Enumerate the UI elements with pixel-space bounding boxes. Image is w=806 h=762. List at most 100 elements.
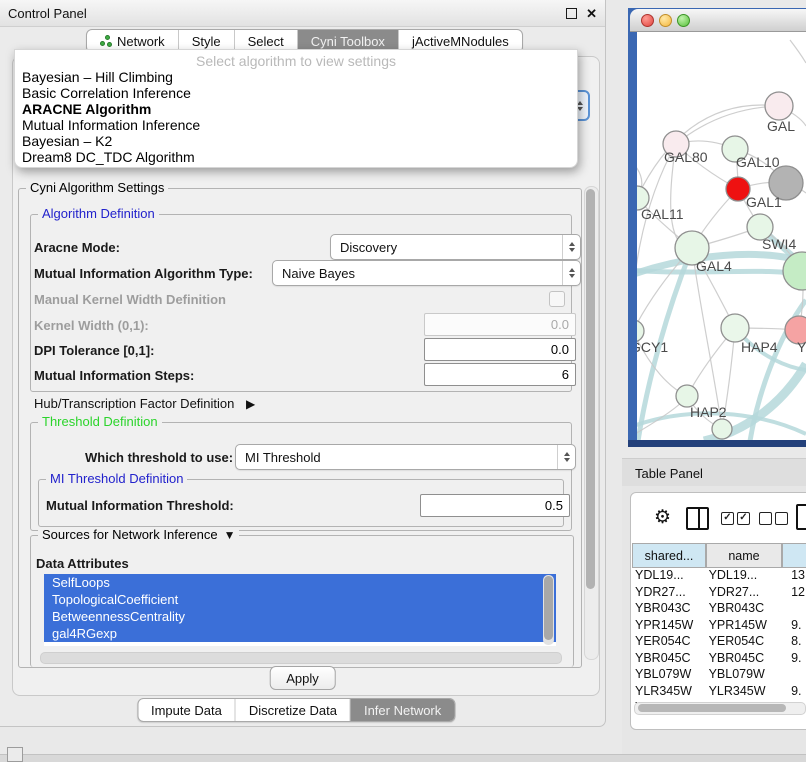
table-cell: YDL19...	[706, 568, 782, 585]
column-header-2[interactable]	[782, 543, 806, 568]
table-cell: YDR27...	[632, 585, 706, 602]
mi-steps-value: 6	[562, 367, 569, 382]
table-cell: YDL19...	[632, 568, 706, 585]
combo-down-arrow-icon	[564, 458, 570, 462]
dropdown-items: Bayesian – Hill ClimbingBasic Correlatio…	[15, 69, 577, 165]
table-cell: YER054C	[706, 634, 782, 651]
attributes-scrollbar[interactable]	[543, 575, 554, 645]
dpi-tolerance-field[interactable]: 0.0	[424, 338, 576, 361]
table-cell: 9.	[781, 618, 806, 635]
columns-icon[interactable]	[686, 507, 709, 530]
tab-style-label: Style	[192, 34, 221, 49]
attribute-item-selfloops[interactable]: SelfLoops	[44, 574, 556, 591]
control-panel-title: Control Panel	[8, 6, 87, 21]
network-node[interactable]	[765, 92, 793, 120]
attribute-item-topologicalcoefficient[interactable]: TopologicalCoefficient	[44, 591, 556, 608]
dropdown-item-bayesian-k2[interactable]: Bayesian – K2	[15, 133, 577, 149]
which-threshold-label: Which threshold to use:	[85, 450, 233, 465]
table-row[interactable]: YER054CYER054C8.	[632, 634, 806, 651]
close-icon[interactable]: ✕	[586, 7, 597, 20]
apply-button[interactable]: Apply	[269, 666, 336, 690]
mi-type-combobox[interactable]: Naive Bayes	[272, 260, 581, 286]
table-row[interactable]: YDR27...YDR27...12	[632, 585, 806, 602]
tab-impute-data[interactable]: Impute Data	[138, 699, 236, 721]
table-cell: YDR27...	[706, 585, 782, 602]
sources-toggle[interactable]: Sources for Network Inference ▼	[38, 527, 239, 542]
mi-threshold-group-title: MI Threshold Definition	[46, 471, 187, 486]
tab-infer-network-label: Infer Network	[364, 703, 441, 718]
dropdown-item-dream8-dc-tdc-algorithm[interactable]: Dream8 DC_TDC Algorithm	[15, 149, 577, 165]
table-row[interactable]: YBL079WYBL079W	[632, 667, 806, 684]
table-cell: YLR345W	[632, 684, 706, 701]
table-cell: YPR145W	[632, 618, 706, 635]
table-cell: 9.	[781, 651, 806, 668]
minimize-traffic-icon[interactable]	[659, 14, 672, 27]
table-row[interactable]: YPR145WYPR145W9.	[632, 618, 806, 635]
checked-checkbox-icon[interactable]: ✓	[737, 512, 750, 525]
table-cell: YER054C	[632, 634, 706, 651]
tab-select-label: Select	[248, 34, 284, 49]
tab-cyni-toolbox-label: Cyni Toolbox	[311, 34, 385, 49]
node-label-gal1: GAL1	[746, 194, 782, 210]
kernel-width-value: 0.0	[551, 317, 569, 332]
table-cell: YBR043C	[632, 601, 706, 618]
node-label-gal4: GAL4	[696, 258, 732, 274]
control-panel-titlebar: Control Panel ✕	[0, 0, 605, 27]
dropdown-item-aracne-algorithm[interactable]: ARACNE Algorithm	[15, 101, 577, 117]
table-row[interactable]: YBR043CYBR043C	[632, 601, 806, 618]
network-canvas[interactable]: GALGAL80GAL10GAL1GAL11SWI4GAL4GCY1HAP4YH…	[637, 32, 806, 440]
unchecked-checkbox-icon[interactable]	[759, 512, 772, 525]
network-edge[interactable]	[790, 40, 806, 63]
which-threshold-combobox[interactable]: MI Threshold	[235, 444, 576, 470]
zoom-traffic-icon[interactable]	[677, 14, 690, 27]
table-hscrollbar[interactable]	[634, 702, 806, 715]
network-canvas-box[interactable]: GALGAL80GAL10GAL1GAL11SWI4GAL4GCY1HAP4YH…	[637, 32, 806, 440]
table-row[interactable]: YDL19...YDL19...13	[632, 568, 806, 585]
unchecked-checkbox-icon[interactable]	[775, 512, 788, 525]
manual-kernel-label: Manual Kernel Width Definition	[34, 292, 226, 307]
table-cell	[781, 667, 806, 684]
attribute-item-betweennesscentrality[interactable]: BetweennessCentrality	[44, 608, 556, 625]
close-traffic-icon[interactable]	[641, 14, 654, 27]
node-label-gcy1: GCY1	[637, 339, 668, 355]
expand-right-icon: ▶	[246, 397, 255, 411]
aracne-mode-combobox[interactable]: Discovery	[330, 234, 581, 260]
network-node[interactable]	[712, 419, 732, 439]
attributes-hscrollbar[interactable]	[40, 652, 562, 664]
mi-steps-field[interactable]: 6	[424, 363, 576, 386]
settings-scrollbar[interactable]	[584, 186, 599, 660]
table-cell: YBR045C	[632, 651, 706, 668]
table-cell: 12	[781, 585, 806, 602]
dropdown-item-bayesian-hill-climbing[interactable]: Bayesian – Hill Climbing	[15, 69, 577, 85]
table-cell: 9.	[781, 684, 806, 701]
gear-icon[interactable]: ⚙	[654, 508, 671, 527]
table-row[interactable]: YBR045CYBR045C9.	[632, 651, 806, 668]
column-header-name[interactable]: name	[706, 543, 782, 568]
attribute-item-gal4rgexp[interactable]: gal4RGexp	[44, 625, 556, 642]
manual-kernel-checkbox[interactable]	[549, 291, 565, 307]
float-window-icon[interactable]	[566, 8, 577, 19]
combo-up-arrow-icon	[564, 452, 570, 456]
dropdown-item-mutual-information-inference[interactable]: Mutual Information Inference	[15, 117, 577, 133]
mi-threshold-label: Mutual Information Threshold:	[46, 498, 234, 513]
screen: Control Panel ✕ NetworkStyleSelectCyni T…	[0, 0, 806, 762]
network-view-window: GALGAL80GAL10GAL1GAL11SWI4GAL4GCY1HAP4YH…	[628, 8, 806, 447]
node-label-gal80: GAL80	[664, 149, 708, 165]
data-attributes-list[interactable]: SelfLoopsTopologicalCoefficientBetweenne…	[44, 574, 556, 646]
dock-panel-button[interactable]	[7, 747, 23, 762]
tab-infer-network[interactable]: Infer Network	[351, 699, 454, 721]
table-row[interactable]: YLR345WYLR345W9.	[632, 684, 806, 701]
network-window-titlebar[interactable]	[630, 9, 806, 32]
column-header-shared[interactable]: shared...	[632, 543, 706, 568]
kernel-width-field[interactable]: 0.0	[424, 313, 576, 336]
hub-definition-toggle[interactable]: Hub/Transcription Factor Definition ▶	[34, 396, 255, 411]
tab-discretize-data[interactable]: Discretize Data	[236, 699, 351, 721]
dropdown-item-basic-correlation-inference[interactable]: Basic Correlation Inference	[15, 85, 577, 101]
mi-threshold-field[interactable]: 0.5	[420, 494, 570, 517]
document-icon[interactable]	[796, 504, 806, 530]
checked-checkbox-icon[interactable]: ✓	[721, 512, 734, 525]
table-cell: YBL079W	[632, 667, 706, 684]
network-node[interactable]	[721, 314, 749, 342]
table-cell: YLR345W	[706, 684, 782, 701]
node-label-hap4: HAP4	[741, 339, 778, 355]
